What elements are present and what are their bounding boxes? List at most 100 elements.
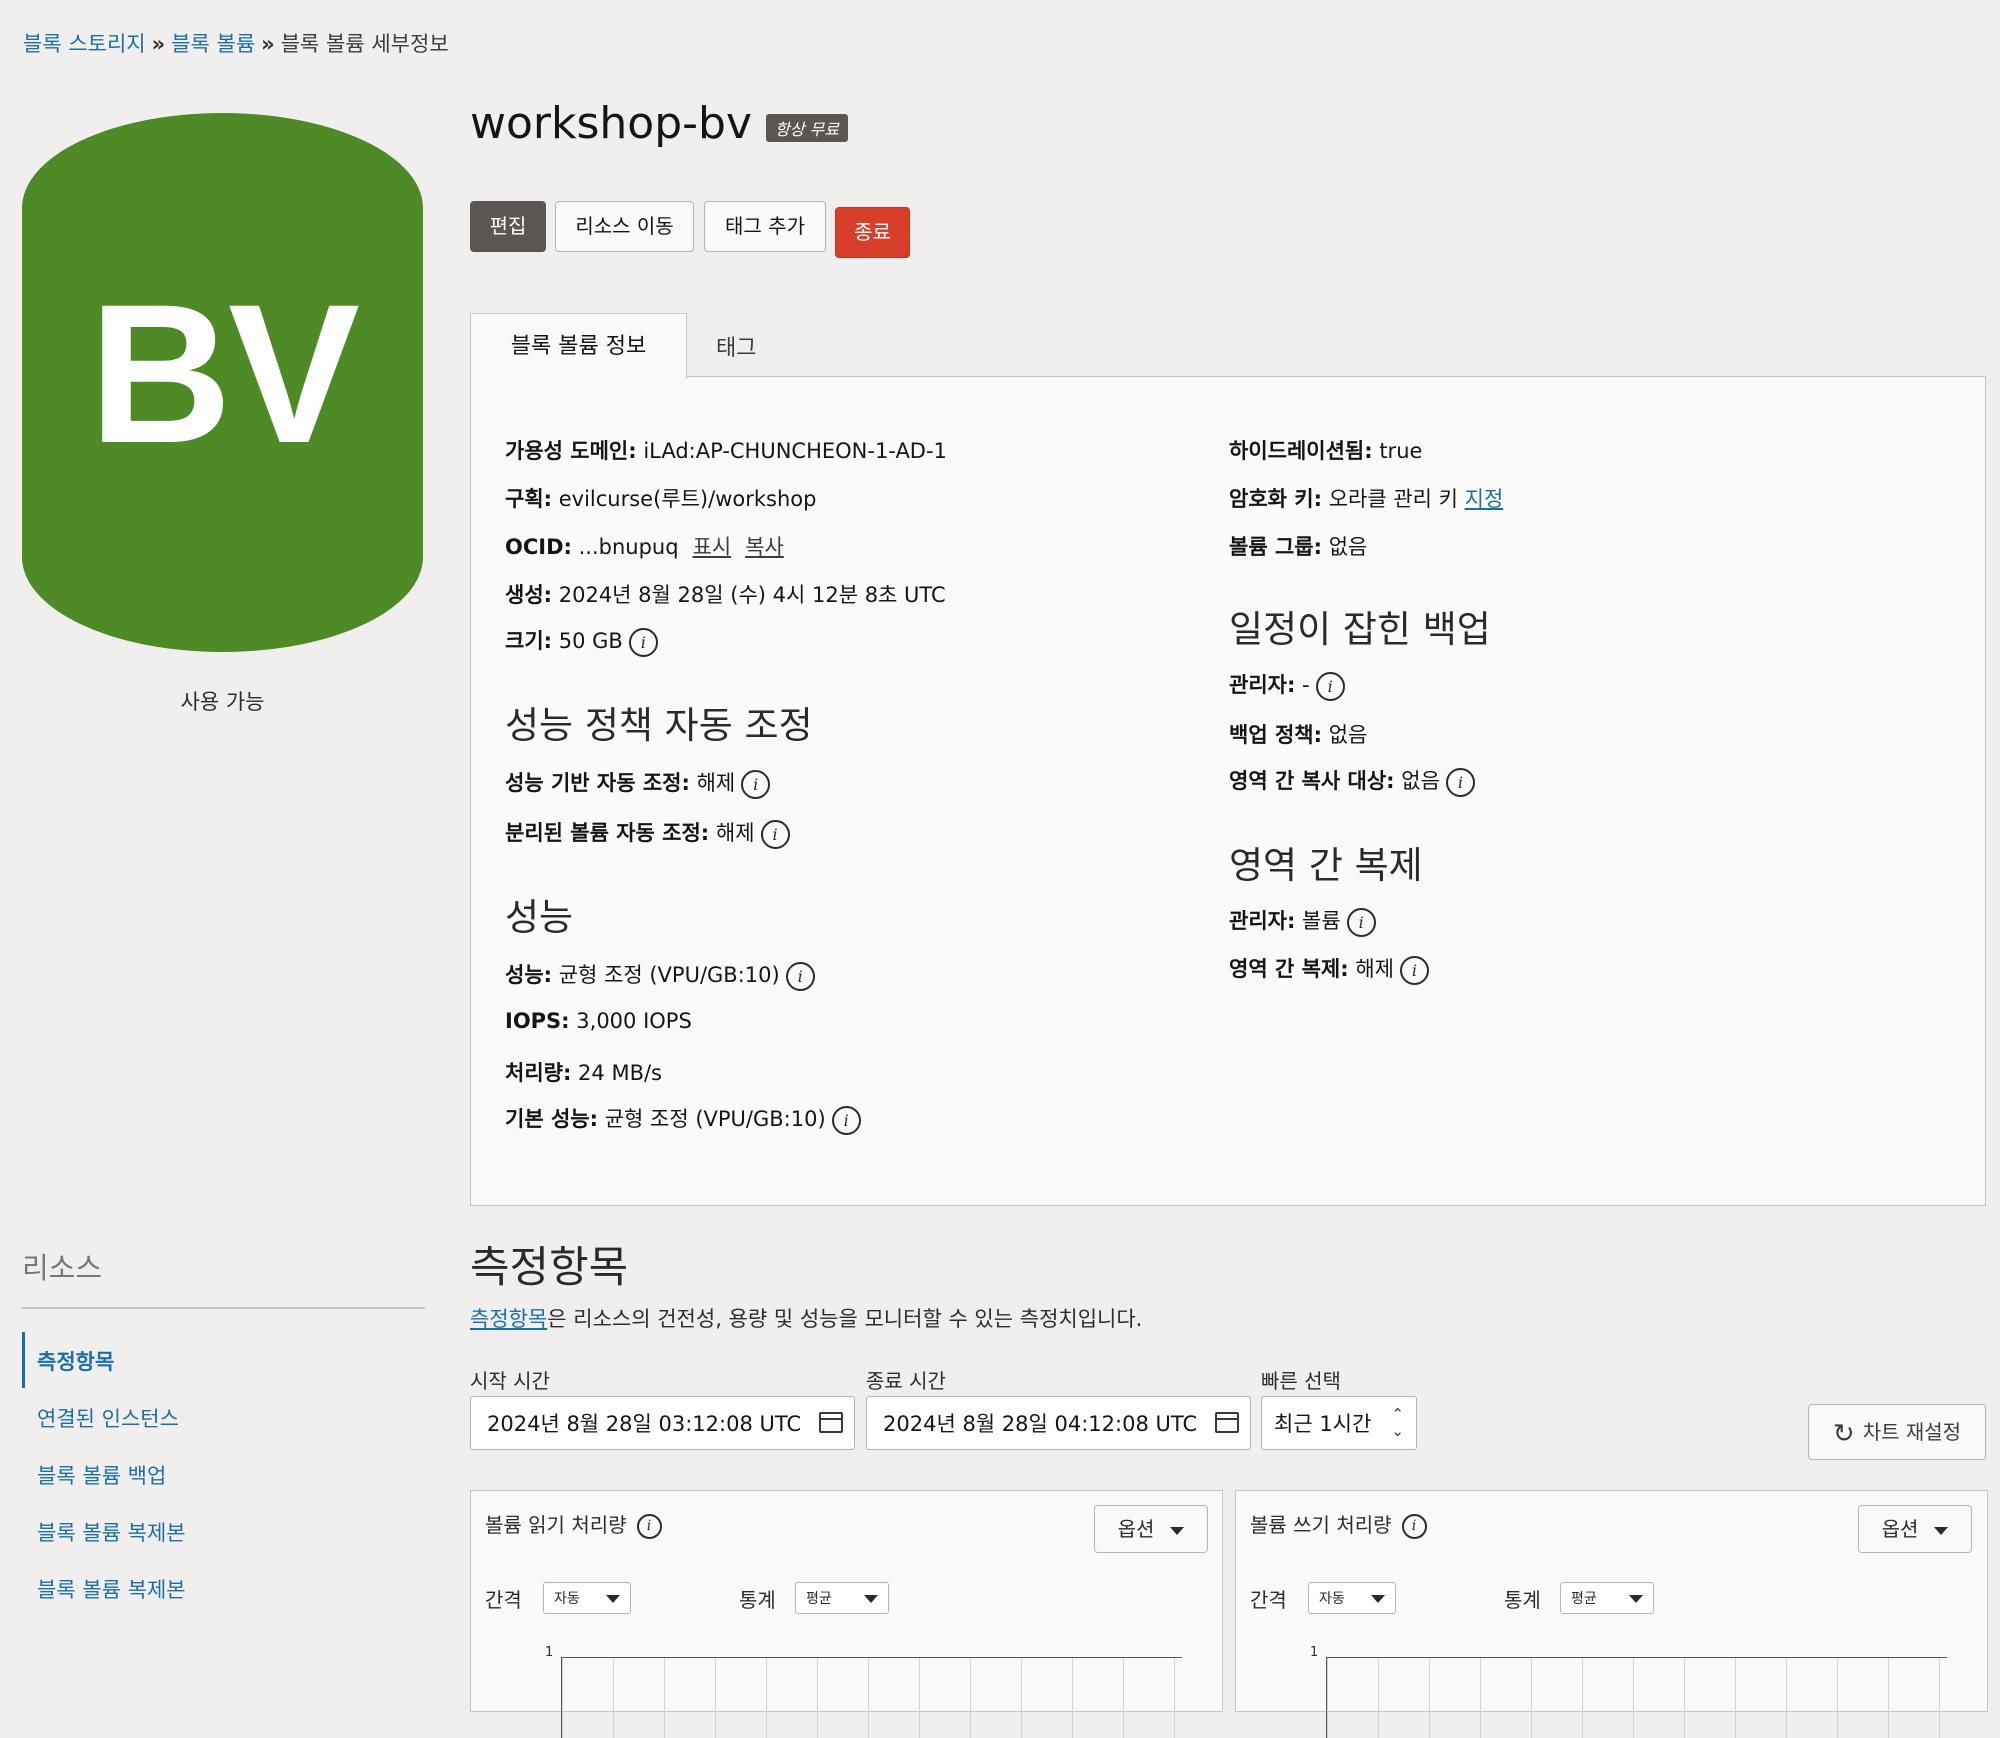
statistic-select[interactable]: 평균 bbox=[1560, 1582, 1654, 1614]
info-icon[interactable]: i bbox=[785, 961, 815, 991]
calendar-icon[interactable] bbox=[1215, 1412, 1239, 1433]
breadcrumb-separator: » bbox=[261, 32, 275, 56]
detail-label: 관리자: bbox=[1229, 909, 1296, 933]
edit-button[interactable]: 편집 bbox=[470, 201, 546, 252]
info-icon[interactable]: i bbox=[1399, 955, 1429, 985]
detail-label: 구획: bbox=[505, 487, 553, 511]
options-button[interactable]: 옵션 bbox=[1858, 1505, 1972, 1553]
chart-plot-area[interactable] bbox=[1326, 1657, 1947, 1738]
updown-chevron-icon: ⌃ ⌄ bbox=[1391, 1405, 1404, 1440]
detail-label: 영역 간 복사 대상: bbox=[1229, 769, 1395, 793]
detail-encryption-key: 암호화 키: 오라클 관리 키 지정 bbox=[1229, 483, 1503, 513]
breadcrumb-block-storage[interactable]: 블록 스토리지 bbox=[23, 32, 146, 56]
y-axis-tick: 1 bbox=[545, 1645, 554, 1660]
sidebar-item-attached-instances[interactable]: 연결된 인스턴스 bbox=[37, 1403, 179, 1433]
breadcrumb: 블록 스토리지» 블록 볼륨» 블록 볼륨 세부정보 bbox=[23, 28, 449, 58]
move-resource-button[interactable]: 리소스 이동 bbox=[555, 201, 694, 252]
terminate-button[interactable]: 종료 bbox=[835, 207, 910, 258]
start-time-label: 시작 시간 bbox=[470, 1369, 550, 1393]
calendar-icon[interactable] bbox=[819, 1412, 843, 1433]
interval-value: 자동 bbox=[1319, 1591, 1345, 1607]
breadcrumb-current: 블록 볼륨 세부정보 bbox=[280, 32, 449, 56]
sidebar-item-volume-clones[interactable]: 블록 볼륨 복제본 bbox=[37, 1517, 186, 1547]
chart-card-read-throughput: 볼륨 읽기 처리량 i 옵션 간격 자동 통계 평균 1 bbox=[470, 1490, 1223, 1738]
info-icon[interactable]: i bbox=[1445, 767, 1475, 797]
detail-value: 없음 bbox=[1328, 723, 1368, 747]
info-icon[interactable]: i bbox=[636, 1514, 662, 1539]
detail-base-performance: 기본 성능: 균형 조정 (VPU/GB:10) i bbox=[505, 1103, 861, 1135]
sidebar-item-volume-replicas[interactable]: 블록 볼륨 복제본 bbox=[37, 1574, 186, 1604]
start-time-input[interactable]: 2024년 8월 28일 03:12:08 UTC bbox=[470, 1396, 855, 1450]
resource-badge-abbr: BV bbox=[88, 263, 360, 484]
options-button[interactable]: 옵션 bbox=[1094, 1505, 1208, 1553]
section-heading-performance: 성능 bbox=[505, 896, 574, 939]
detail-value: 볼륨 bbox=[1302, 909, 1341, 933]
caret-down-icon bbox=[1170, 1526, 1185, 1535]
info-icon[interactable]: i bbox=[1401, 1514, 1427, 1539]
always-free-badge: 항상 무료 bbox=[766, 114, 848, 142]
statistic-select[interactable]: 평균 bbox=[795, 1582, 889, 1614]
sidebar-title: 리소스 bbox=[22, 1251, 103, 1285]
detail-label: 하이드레이션됨: bbox=[1229, 439, 1373, 463]
statistic-label: 통계 bbox=[1504, 1588, 1541, 1612]
detail-label: 성능: bbox=[505, 963, 553, 987]
detail-size: 크기: 50 GB i bbox=[505, 625, 658, 657]
detail-label: 처리량: bbox=[505, 1061, 572, 1085]
ocid-copy-link[interactable]: 복사 bbox=[745, 535, 784, 559]
end-time-input[interactable]: 2024년 8월 28일 04:12:08 UTC bbox=[866, 1396, 1251, 1450]
detail-value: 3,000 IOPS bbox=[576, 1009, 692, 1033]
info-icon[interactable]: i bbox=[1315, 671, 1345, 701]
breadcrumb-separator: » bbox=[151, 32, 166, 56]
detail-value: 균형 조정 (VPU/GB:10) bbox=[604, 1107, 826, 1131]
detail-value: 없음 bbox=[1328, 535, 1368, 559]
detail-label: 분리된 볼륨 자동 조정: bbox=[505, 821, 710, 845]
section-heading-autotune: 성능 정책 자동 조정 bbox=[505, 704, 813, 747]
detail-label: OCID: bbox=[505, 535, 572, 559]
detail-label: 관리자: bbox=[1229, 673, 1296, 697]
detail-created: 생성: 2024년 8월 28일 (수) 4시 12분 8초 UTC bbox=[505, 579, 946, 609]
detail-value: ...bnupuq bbox=[578, 535, 679, 559]
detail-ocid: OCID: ...bnupuq 표시 복사 bbox=[505, 531, 784, 561]
interval-select[interactable]: 자동 bbox=[1308, 1582, 1396, 1614]
detail-availability-domain: 가용성 도메인: iLAd:AP-CHUNCHEON-1-AD-1 bbox=[505, 435, 947, 465]
detail-compartment: 구획: evilcurse(루트)/workshop bbox=[505, 483, 816, 513]
info-icon[interactable]: i bbox=[741, 769, 771, 799]
info-icon[interactable]: i bbox=[1346, 907, 1376, 937]
statistic-label: 통계 bbox=[739, 1588, 776, 1612]
ocid-show-link[interactable]: 표시 bbox=[693, 535, 732, 559]
quick-select-value: 최근 1시간 bbox=[1274, 1412, 1372, 1436]
quick-select[interactable]: 최근 1시간 ⌃ ⌄ bbox=[1261, 1396, 1417, 1450]
chart-title: 볼륨 읽기 처리량 i bbox=[485, 1509, 662, 1539]
end-time-value: 2024년 8월 28일 04:12:08 UTC bbox=[883, 1412, 1198, 1436]
detail-label: 백업 정책: bbox=[1229, 723, 1322, 747]
sidebar-item-volume-backups[interactable]: 블록 볼륨 백업 bbox=[37, 1460, 166, 1490]
info-icon[interactable]: i bbox=[831, 1105, 861, 1135]
metrics-doc-link[interactable]: 측정항목 bbox=[470, 1307, 547, 1331]
detail-label: 성능 기반 자동 조정: bbox=[505, 771, 690, 795]
add-tag-button[interactable]: 태그 추가 bbox=[704, 201, 826, 252]
detail-backup-policy: 백업 정책: 없음 bbox=[1229, 719, 1367, 749]
detail-label: 기본 성능: bbox=[505, 1107, 598, 1131]
chart-plot-area[interactable] bbox=[561, 1657, 1182, 1738]
reset-charts-button[interactable]: ↻ 차트 재설정 bbox=[1808, 1404, 1986, 1460]
detail-value: 없음 bbox=[1401, 769, 1440, 793]
sidebar-item-metrics[interactable]: 측정항목 bbox=[37, 1346, 114, 1376]
detail-replication-manager: 관리자: 볼륨 i bbox=[1229, 905, 1376, 937]
assign-key-link[interactable]: 지정 bbox=[1465, 487, 1504, 511]
info-icon[interactable]: i bbox=[628, 627, 658, 657]
quick-select-label: 빠른 선택 bbox=[1261, 1369, 1341, 1393]
interval-select[interactable]: 자동 bbox=[543, 1582, 631, 1614]
detail-cross-region-replication: 영역 간 복제: 해제 i bbox=[1229, 953, 1429, 985]
tab-tags[interactable]: 태그 bbox=[716, 330, 756, 362]
chart-title-text: 볼륨 쓰기 처리량 bbox=[1250, 1513, 1392, 1537]
breadcrumb-block-volumes[interactable]: 블록 볼륨 bbox=[171, 32, 255, 56]
detail-performance: 성능: 균형 조정 (VPU/GB:10) i bbox=[505, 959, 815, 991]
chart-title: 볼륨 쓰기 처리량 i bbox=[1250, 1509, 1427, 1539]
chart-card-write-throughput: 볼륨 쓰기 처리량 i 옵션 간격 자동 통계 평균 1 bbox=[1235, 1490, 1988, 1738]
options-label: 옵션 bbox=[1881, 1517, 1919, 1541]
info-icon[interactable]: i bbox=[760, 819, 790, 849]
end-time-label: 종료 시간 bbox=[866, 1369, 946, 1393]
metrics-description: 측정항목은 리소스의 건전성, 용량 및 성능을 모니터할 수 있는 측정치입니… bbox=[470, 1303, 1142, 1333]
tab-volume-info[interactable]: 블록 볼륨 정보 bbox=[470, 313, 687, 379]
caret-down-icon bbox=[1629, 1595, 1643, 1603]
